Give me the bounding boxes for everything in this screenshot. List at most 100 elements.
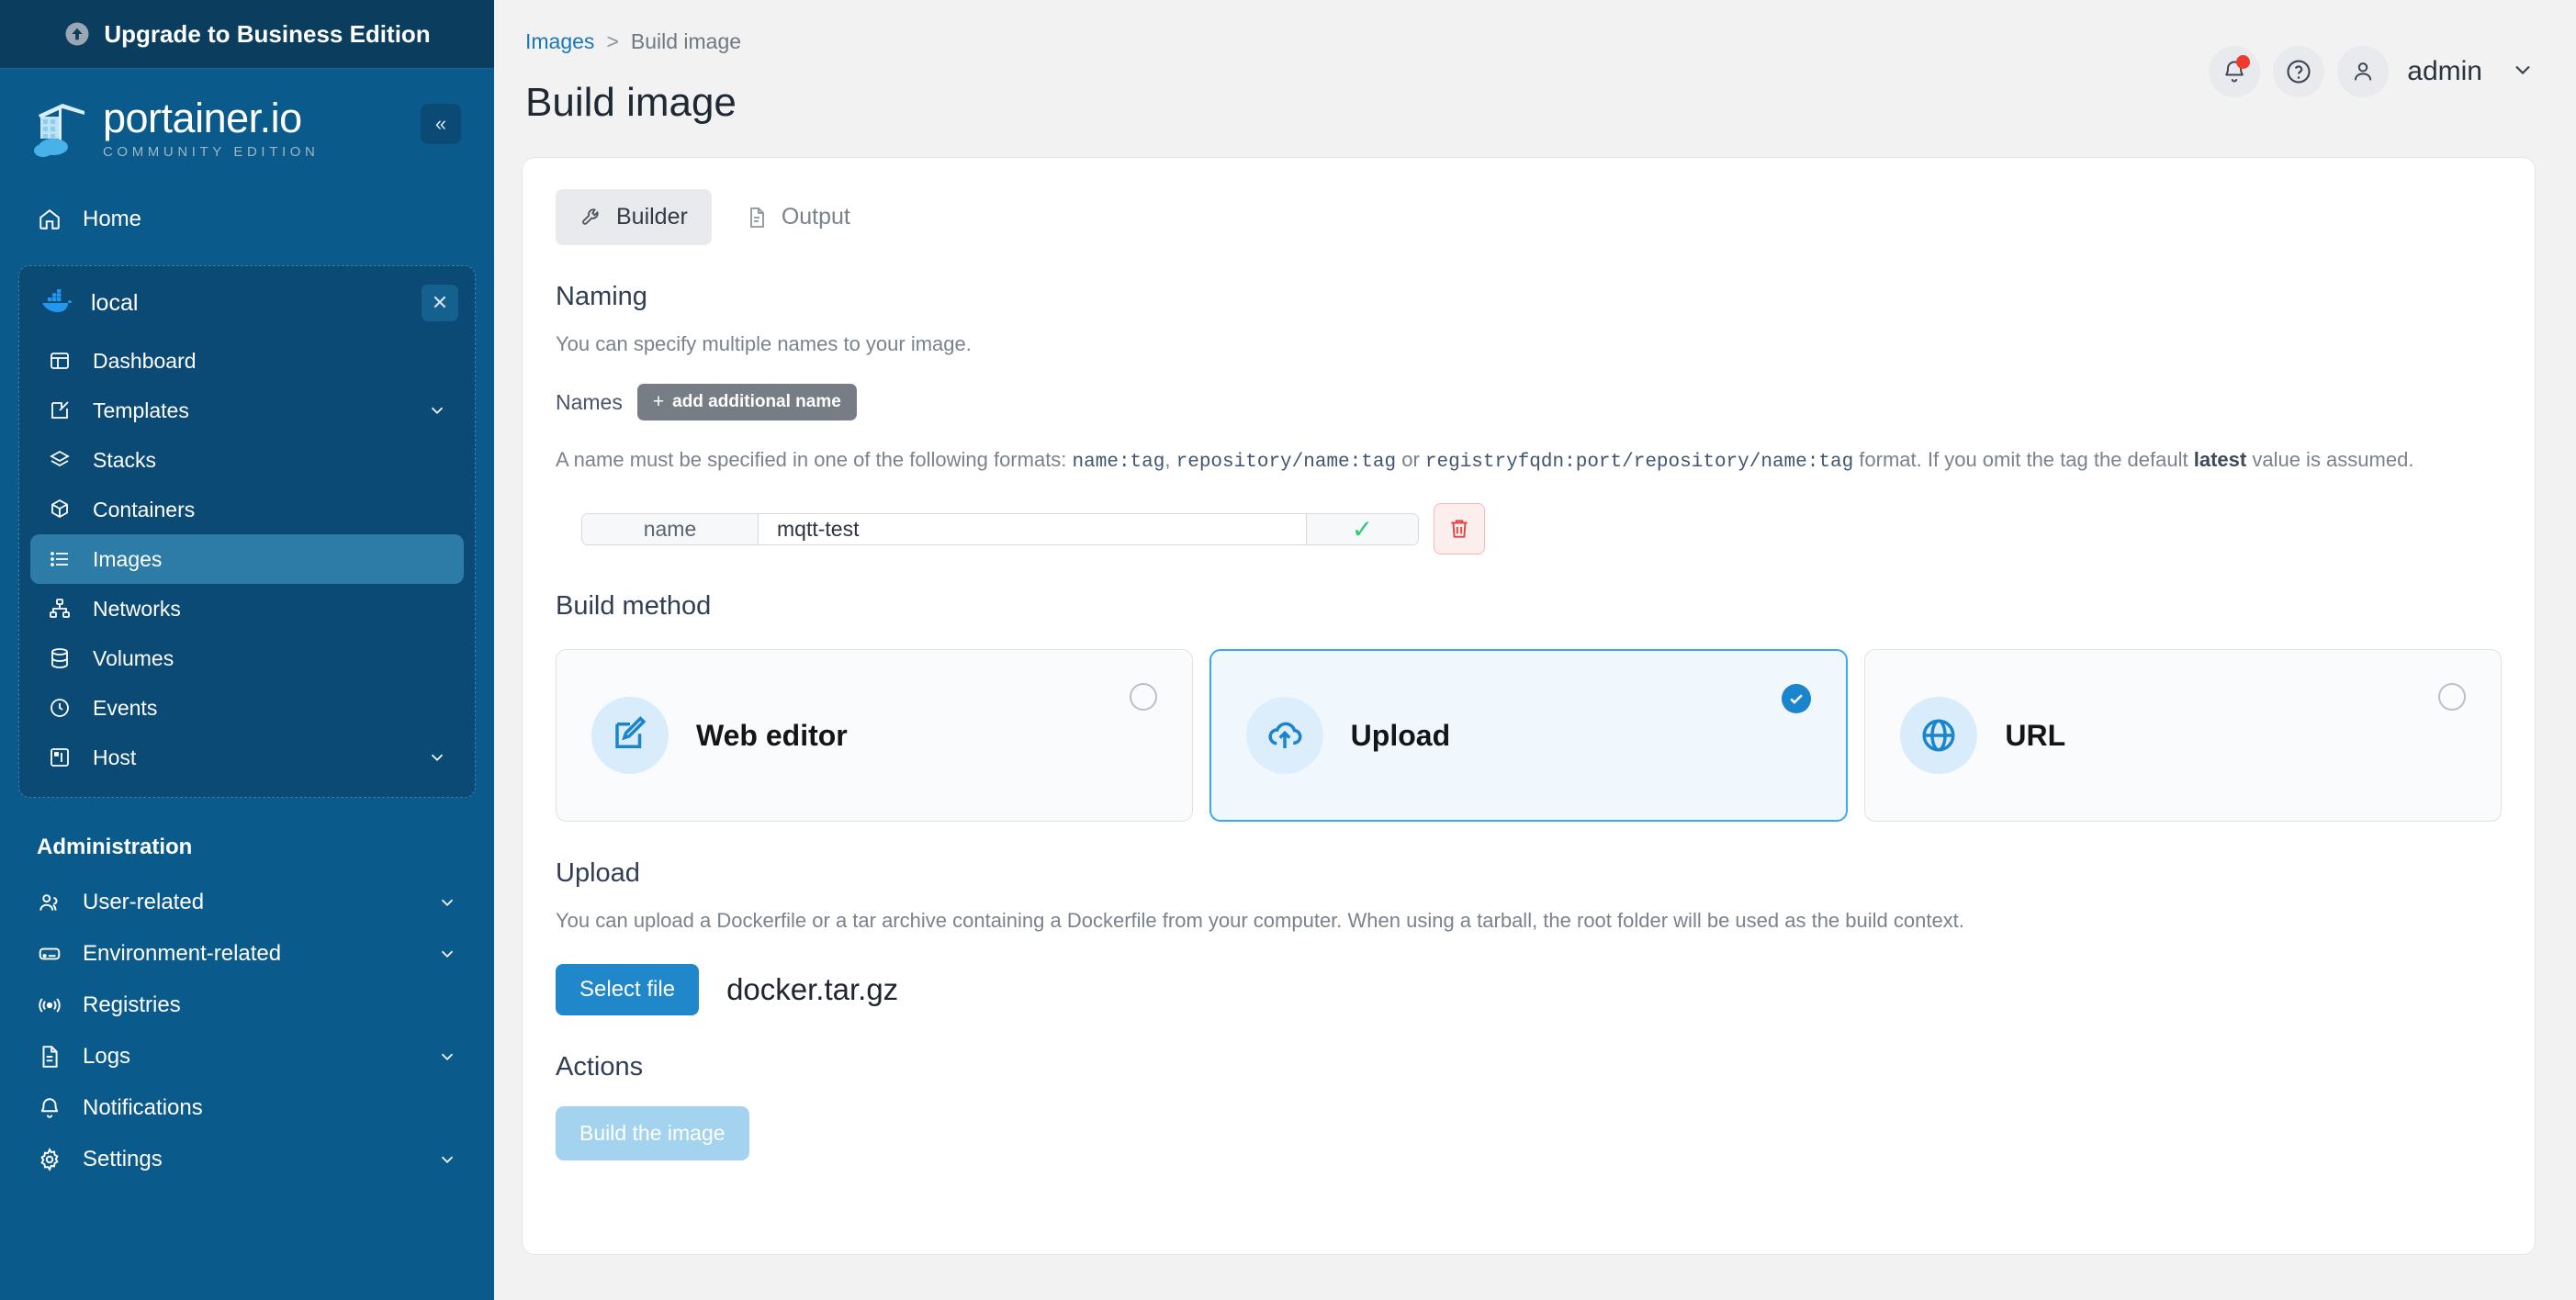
cloud-upload-icon [1245, 697, 1323, 775]
chevron-down-icon[interactable] [427, 747, 447, 768]
hint-code-1: name:tag [1072, 452, 1165, 473]
tab-builder-label: Builder [616, 204, 688, 230]
breadcrumb-current: Build image [630, 29, 742, 53]
check-icon[interactable]: ✓ [1306, 513, 1418, 544]
build-the-image-button[interactable]: Build the image [556, 1106, 749, 1161]
radio-unselected-icon[interactable] [2438, 683, 2467, 712]
tab-builder[interactable]: Builder [556, 189, 712, 245]
sidebar-item-stacks-label: Stacks [93, 447, 157, 472]
environment-block: local ✕ Dashboard Templates Stacks Conta… [18, 265, 476, 798]
selected-file-name: docker.tar.gz [726, 972, 899, 1007]
sidebar-item-user-related-label: User-related [83, 890, 205, 914]
stacks-layers-icon [47, 447, 73, 473]
sidebar-item-volumes-label: Volumes [93, 645, 174, 670]
hint-mid: format. If you omit the tag the default [1859, 448, 2188, 471]
build-method-web-editor-label: Web editor [696, 718, 848, 752]
networks-icon [47, 596, 73, 622]
sidebar-item-notifications[interactable]: Notifications [18, 1082, 476, 1134]
actions-section-title: Actions [556, 1052, 644, 1082]
sidebar-item-settings-label: Settings [83, 1147, 163, 1171]
events-clock-icon [47, 695, 73, 721]
sidebar-item-networks[interactable]: Networks [30, 584, 464, 633]
environment-header[interactable]: local ✕ [19, 277, 475, 329]
chevron-down-icon[interactable] [437, 1149, 457, 1170]
sidebar-item-environment-related[interactable]: Environment-related [18, 928, 476, 980]
names-label: Names [556, 389, 623, 414]
name-format-hint: A name must be specified in one of the f… [556, 446, 2502, 476]
sidebar-item-events-label: Events [93, 695, 158, 720]
chevron-double-left-icon[interactable]: « [421, 104, 461, 144]
add-additional-name-label: add additional name [672, 392, 841, 411]
chevron-down-icon[interactable] [427, 400, 447, 420]
breadcrumb-separator: > [606, 29, 619, 53]
sidebar-item-events[interactable]: Events [30, 683, 464, 733]
breadcrumb: Images > Build image [522, 29, 2209, 54]
sidebar-item-templates[interactable]: Templates [30, 386, 464, 435]
sidebar-item-images[interactable]: Images [30, 534, 464, 584]
upload-row: Select file docker.tar.gz [556, 964, 2502, 1016]
chevron-down-icon[interactable] [437, 892, 457, 913]
chevron-down-icon[interactable] [437, 1047, 457, 1067]
topbar-right: admin [2209, 29, 2536, 97]
upgrade-banner[interactable]: Upgrade to Business Edition [0, 0, 494, 69]
build-method-upload[interactable]: Upload [1209, 649, 1849, 823]
sidebar-item-containers[interactable]: Containers [30, 485, 464, 534]
sidebar-item-environment-related-label: Environment-related [83, 941, 282, 966]
main-content: Images > Build image Build image admin B… [494, 0, 2576, 1300]
build-method-url[interactable]: URL [1864, 649, 2503, 823]
sidebar-item-notifications-label: Notifications [83, 1095, 203, 1120]
up-circle-icon [63, 20, 91, 48]
logo[interactable]: portainer.io COMMUNITY EDITION « [0, 69, 494, 170]
topbar: Images > Build image Build image admin [494, 0, 2576, 126]
home-icon [37, 207, 62, 232]
hint-code-2: repository/name:tag [1176, 452, 1397, 473]
hint-code-3: registryfqdn:port/repository/name:tag [1424, 452, 1854, 473]
user-name: admin [2407, 56, 2482, 86]
app-root: Upgrade to Business Edition portainer.io… [0, 0, 2576, 1300]
radio-unselected-icon[interactable] [1129, 683, 1157, 712]
build-method-options: Web editor Upload URL [556, 649, 2503, 823]
sidebar-item-home[interactable]: Home [18, 194, 476, 245]
breadcrumb-parent-link[interactable]: Images [525, 29, 594, 54]
sidebar-item-volumes[interactable]: Volumes [30, 633, 464, 683]
environment-server-icon [37, 941, 62, 967]
tab-output[interactable]: Output [721, 189, 874, 245]
notifications-button[interactable] [2209, 46, 2261, 97]
sidebar-item-images-label: Images [93, 546, 163, 571]
host-server-icon [47, 745, 73, 770]
sidebar-item-logs[interactable]: Logs [18, 1031, 476, 1082]
sidebar-item-host[interactable]: Host [30, 733, 464, 782]
add-additional-name-button[interactable]: + add additional name [636, 384, 857, 420]
sidebar-item-registries-label: Registries [83, 992, 181, 1017]
delete-name-button[interactable] [1434, 503, 1485, 555]
primary-nav: Home [0, 170, 494, 245]
sidebar-item-logs-label: Logs [83, 1044, 131, 1069]
tab-bar: Builder Output [556, 189, 2502, 245]
name-input[interactable] [759, 513, 1306, 544]
hint-bold-latest: latest [2193, 448, 2247, 471]
naming-section-title: Naming [556, 282, 647, 311]
radio-selected-icon[interactable] [1782, 684, 1812, 714]
chevron-down-icon[interactable] [2510, 57, 2536, 87]
admin-nav: User-related Environment-related Registr… [0, 871, 494, 1185]
sidebar-item-user-related[interactable]: User-related [18, 877, 476, 928]
sidebar-item-networks-label: Networks [93, 596, 181, 621]
help-button[interactable] [2273, 46, 2325, 97]
select-file-button[interactable]: Select file [556, 964, 700, 1016]
sidebar-item-registries[interactable]: Registries [18, 980, 476, 1031]
gear-icon [37, 1147, 62, 1172]
sidebar-item-templates-label: Templates [93, 398, 189, 422]
close-icon[interactable]: ✕ [422, 285, 458, 321]
hint-comma: , [1164, 448, 1171, 471]
globe-icon [1900, 697, 1978, 775]
sidebar-item-settings[interactable]: Settings [18, 1134, 476, 1185]
sidebar-item-host-label: Host [93, 745, 137, 769]
document-icon [745, 206, 769, 230]
logo-title: portainer.io [103, 94, 302, 141]
build-method-web-editor[interactable]: Web editor [556, 649, 1193, 823]
sidebar-item-dashboard[interactable]: Dashboard [30, 336, 464, 386]
sidebar-item-stacks[interactable]: Stacks [30, 435, 464, 485]
page-title: Build image [525, 80, 737, 125]
avatar[interactable] [2337, 46, 2390, 97]
chevron-down-icon[interactable] [437, 944, 457, 964]
